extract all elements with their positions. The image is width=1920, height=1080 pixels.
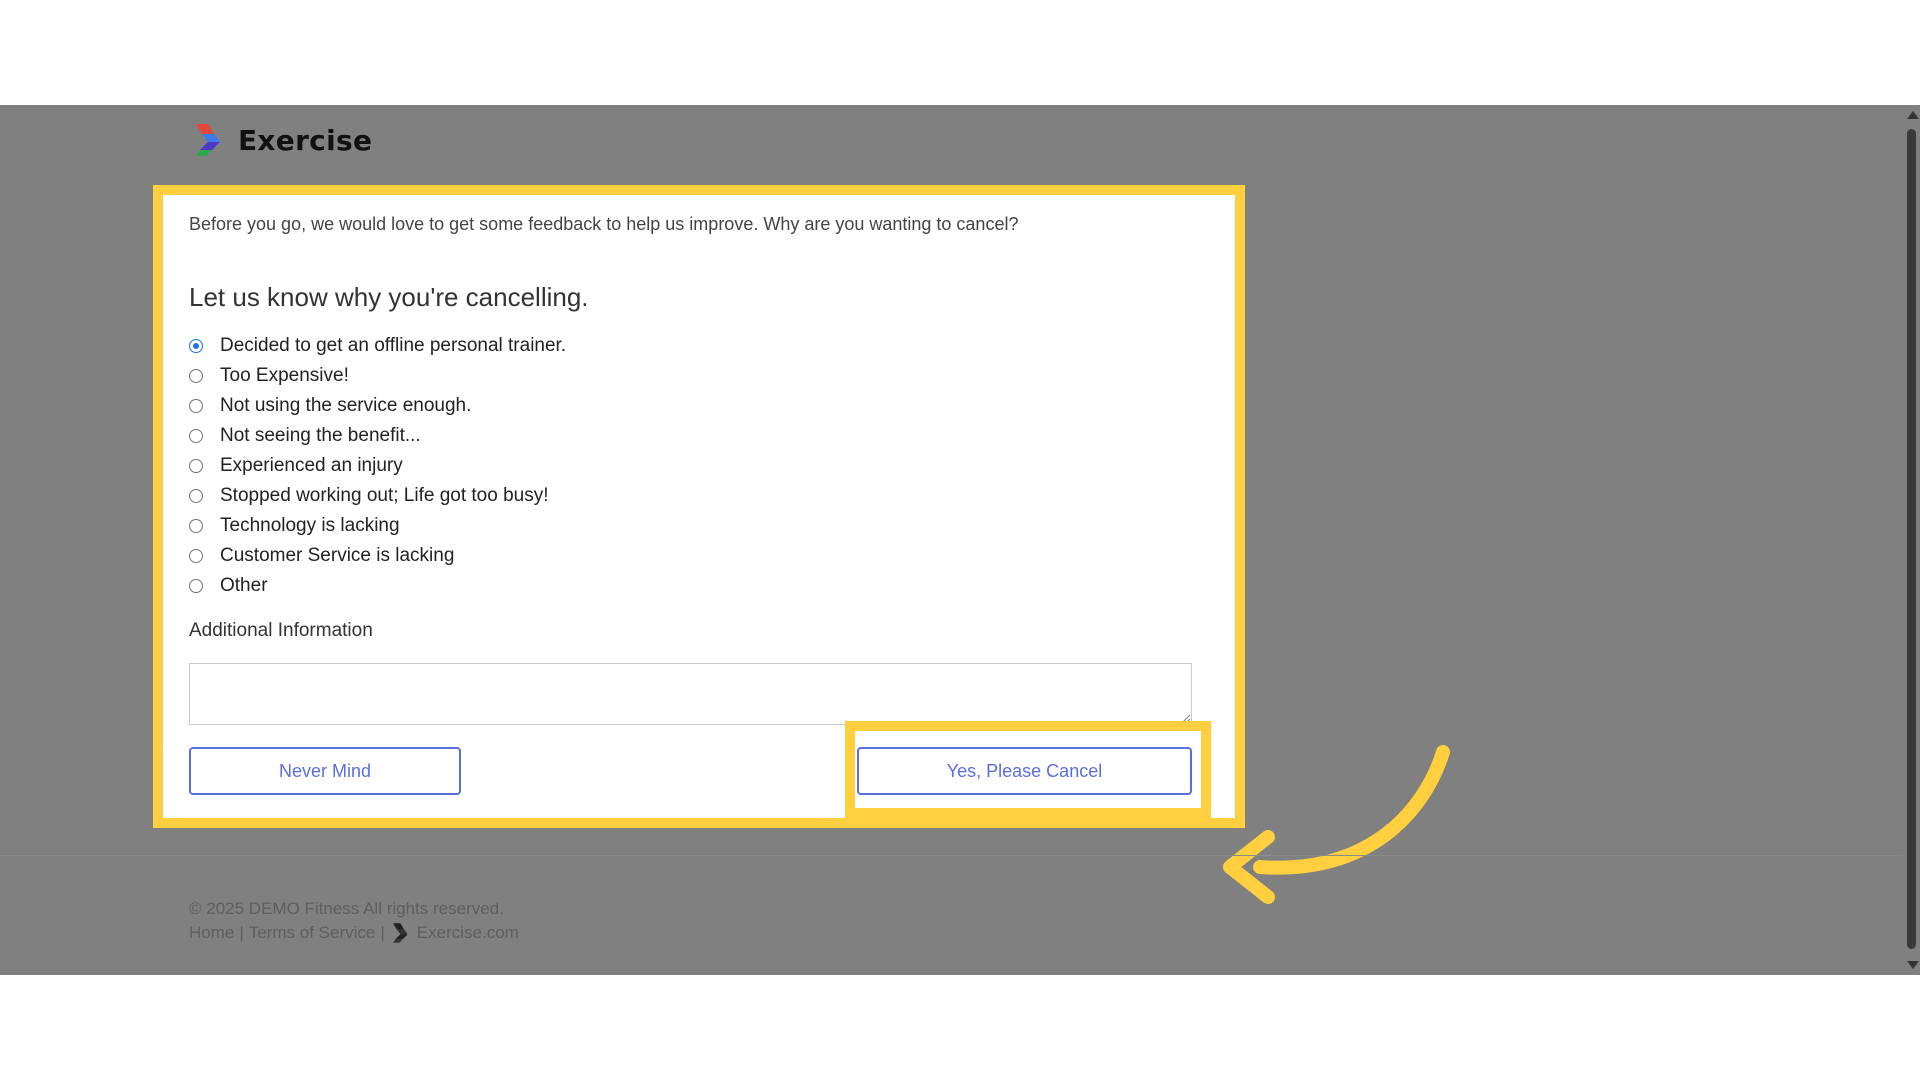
- reason-radio[interactable]: [189, 339, 203, 353]
- exercise-logo-icon: [196, 124, 220, 156]
- scroll-down-icon[interactable]: [1907, 961, 1919, 969]
- reason-list: Decided to get an offline personal train…: [189, 331, 566, 601]
- reason-radio[interactable]: [189, 489, 203, 503]
- footer-terms-link[interactable]: Terms of Service: [249, 923, 376, 943]
- intro-text: Before you go, we would love to get some…: [189, 214, 1019, 234]
- vertical-scrollbar[interactable]: [1903, 105, 1920, 975]
- reason-radio[interactable]: [189, 399, 203, 413]
- reason-label[interactable]: Experienced an injury: [220, 455, 403, 477]
- form-heading: Let us know why you're cancelling.: [189, 282, 589, 312]
- reason-option[interactable]: Experienced an injury: [189, 451, 566, 481]
- reason-radio[interactable]: [189, 429, 203, 443]
- reason-radio[interactable]: [189, 579, 203, 593]
- footer-home-link[interactable]: Home: [189, 923, 234, 943]
- reason-radio[interactable]: [189, 369, 203, 383]
- scroll-up-icon[interactable]: [1907, 111, 1919, 119]
- reason-label[interactable]: Not using the service enough.: [220, 395, 471, 417]
- reason-option[interactable]: Technology is lacking: [189, 511, 566, 541]
- reason-radio[interactable]: [189, 549, 203, 563]
- reason-radio[interactable]: [189, 519, 203, 533]
- footer-links: Home | Terms of Service | Exercise.com: [189, 922, 519, 944]
- brand-logo[interactable]: Exercise: [192, 122, 372, 158]
- never-mind-button[interactable]: Never Mind: [189, 747, 461, 795]
- copyright-text: © 2025 DEMO Fitness All rights reserved.: [189, 899, 504, 918]
- reason-label[interactable]: Technology is lacking: [220, 515, 400, 537]
- page-footer: © 2025 DEMO Fitness All rights reserved.…: [0, 855, 1920, 975]
- footer-separator: |: [239, 923, 244, 942]
- cancel-feedback-card: Before you go, we would love to get some…: [159, 190, 1239, 823]
- reason-radio[interactable]: [189, 459, 203, 473]
- textarea-resize-icon[interactable]: [1182, 715, 1190, 723]
- scroll-thumb[interactable]: [1907, 129, 1916, 949]
- reason-option[interactable]: Not using the service enough.: [189, 391, 566, 421]
- reason-label[interactable]: Other: [220, 575, 268, 597]
- brand-name: Exercise: [238, 123, 373, 157]
- reason-label[interactable]: Customer Service is lacking: [220, 545, 454, 567]
- reason-label[interactable]: Stopped working out; Life got too busy!: [220, 485, 549, 507]
- reason-label[interactable]: Decided to get an offline personal train…: [220, 335, 566, 357]
- reason-option[interactable]: Not seeing the benefit...: [189, 421, 566, 451]
- page-viewport: Exercise Before you go, we would love to…: [0, 105, 1920, 975]
- yes-please-cancel-button[interactable]: Yes, Please Cancel: [857, 747, 1192, 795]
- additional-info-textarea[interactable]: [189, 663, 1192, 725]
- reason-option[interactable]: Stopped working out; Life got too busy!: [189, 481, 566, 511]
- footer-exercise-link[interactable]: Exercise.com: [417, 923, 519, 943]
- footer-separator: |: [380, 923, 385, 942]
- exercise-mini-logo-icon: [392, 923, 408, 943]
- reason-label[interactable]: Not seeing the benefit...: [220, 425, 421, 447]
- additional-info-label: Additional Information: [189, 620, 373, 641]
- reason-option[interactable]: Other: [189, 571, 566, 601]
- reason-label[interactable]: Too Expensive!: [220, 365, 349, 387]
- reason-option[interactable]: Decided to get an offline personal train…: [189, 331, 566, 361]
- reason-option[interactable]: Too Expensive!: [189, 361, 566, 391]
- reason-option[interactable]: Customer Service is lacking: [189, 541, 566, 571]
